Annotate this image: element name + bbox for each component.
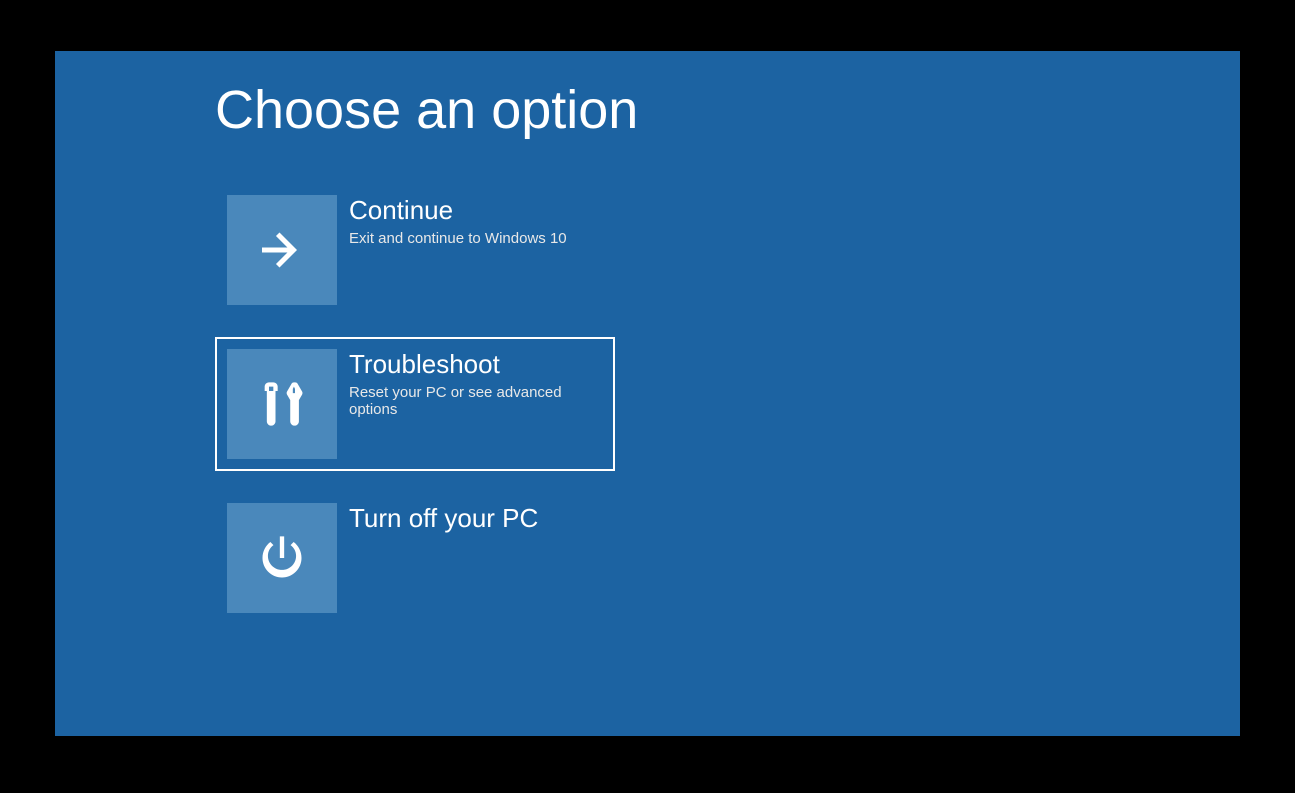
arrow-right-icon <box>227 195 337 305</box>
option-text: Troubleshoot Reset your PC or see advanc… <box>337 349 603 418</box>
recovery-screen: Choose an option Continue Exit and conti… <box>55 51 1240 736</box>
option-description: Exit and continue to Windows 10 <box>349 230 567 247</box>
option-description: Reset your PC or see advanced options <box>349 384 603 418</box>
options-list: Continue Exit and continue to Windows 10… <box>215 183 1080 625</box>
option-turn-off[interactable]: Turn off your PC <box>215 491 615 625</box>
option-text: Turn off your PC <box>337 503 538 538</box>
page-title: Choose an option <box>215 79 1080 141</box>
option-title: Continue <box>349 195 567 226</box>
power-icon <box>227 503 337 613</box>
tools-icon <box>227 349 337 459</box>
option-title: Turn off your PC <box>349 503 538 534</box>
option-troubleshoot[interactable]: Troubleshoot Reset your PC or see advanc… <box>215 337 615 471</box>
option-continue[interactable]: Continue Exit and continue to Windows 10 <box>215 183 615 317</box>
option-title: Troubleshoot <box>349 349 603 380</box>
option-text: Continue Exit and continue to Windows 10 <box>337 195 567 247</box>
